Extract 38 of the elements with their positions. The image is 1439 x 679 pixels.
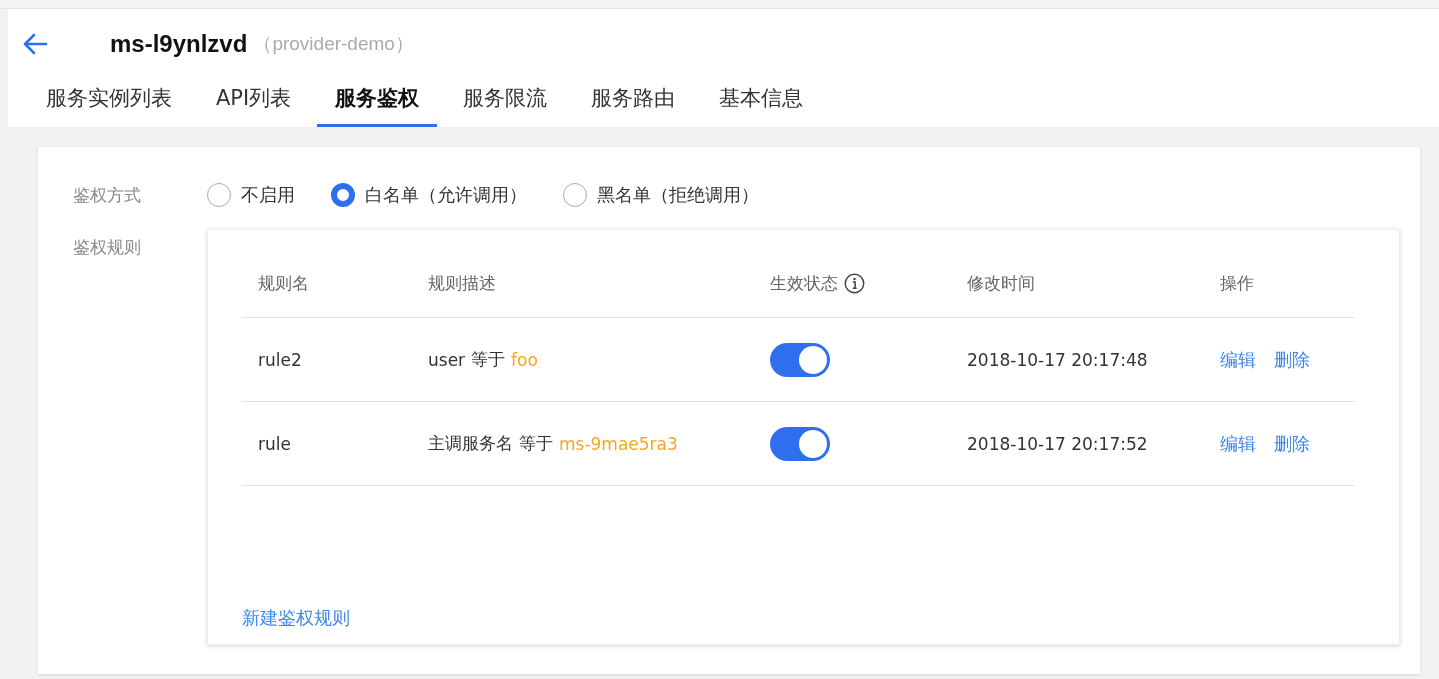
action-link[interactable]: 编辑 (1220, 347, 1256, 372)
condition-operator: 等于 (471, 348, 506, 371)
service-title: ms-l9ynlzvd (110, 30, 248, 58)
rule-name: rule2 (258, 349, 302, 370)
action-link[interactable]: 删除 (1274, 347, 1310, 372)
toggle-switch[interactable] (770, 426, 830, 461)
condition-field: user (428, 349, 466, 370)
info-icon[interactable] (844, 273, 865, 294)
radio-label[interactable]: 黑名单（拒绝调用） (597, 183, 759, 207)
column-header: 规则描述 (428, 272, 496, 295)
back-arrow-icon[interactable] (22, 33, 48, 55)
radio-button[interactable] (331, 183, 355, 207)
condition-operator: 等于 (519, 432, 553, 455)
condition-value: ms-9mae5ra3 (559, 433, 678, 454)
rule-name: rule (258, 433, 291, 454)
toggle-switch[interactable] (770, 342, 830, 377)
field-label: 鉴权规则 (73, 236, 142, 259)
column-header: 操作 (1220, 272, 1254, 295)
column-header: 修改时间 (967, 272, 1035, 295)
action-link[interactable]: 删除 (1274, 431, 1310, 456)
condition-value: foo (511, 349, 538, 370)
column-header: 规则名 (258, 272, 309, 295)
radio-label[interactable]: 白名单（允许调用） (365, 183, 527, 207)
field-label: 鉴权方式 (73, 184, 142, 207)
tab[interactable]: API列表 (198, 71, 310, 127)
modified-time: 2018-10-17 20:17:52 (967, 433, 1148, 454)
tab[interactable]: 服务路由 (573, 71, 694, 127)
modified-time: 2018-10-17 20:17:48 (967, 349, 1148, 370)
radio-label[interactable]: 不启用 (241, 183, 295, 207)
tab[interactable]: 基本信息 (701, 71, 822, 127)
tab[interactable]: 服务限流 (445, 71, 566, 127)
action-link[interactable]: 编辑 (1220, 431, 1256, 456)
tab[interactable]: 服务鉴权 (317, 71, 438, 127)
column-header: 生效状态 (770, 272, 838, 295)
service-subtitle: （provider-demo） (253, 32, 414, 56)
add-rule-link[interactable]: 新建鉴权规则 (242, 606, 350, 630)
condition-field: 主调服务名 (428, 432, 513, 455)
tab[interactable]: 服务实例列表 (28, 71, 190, 127)
